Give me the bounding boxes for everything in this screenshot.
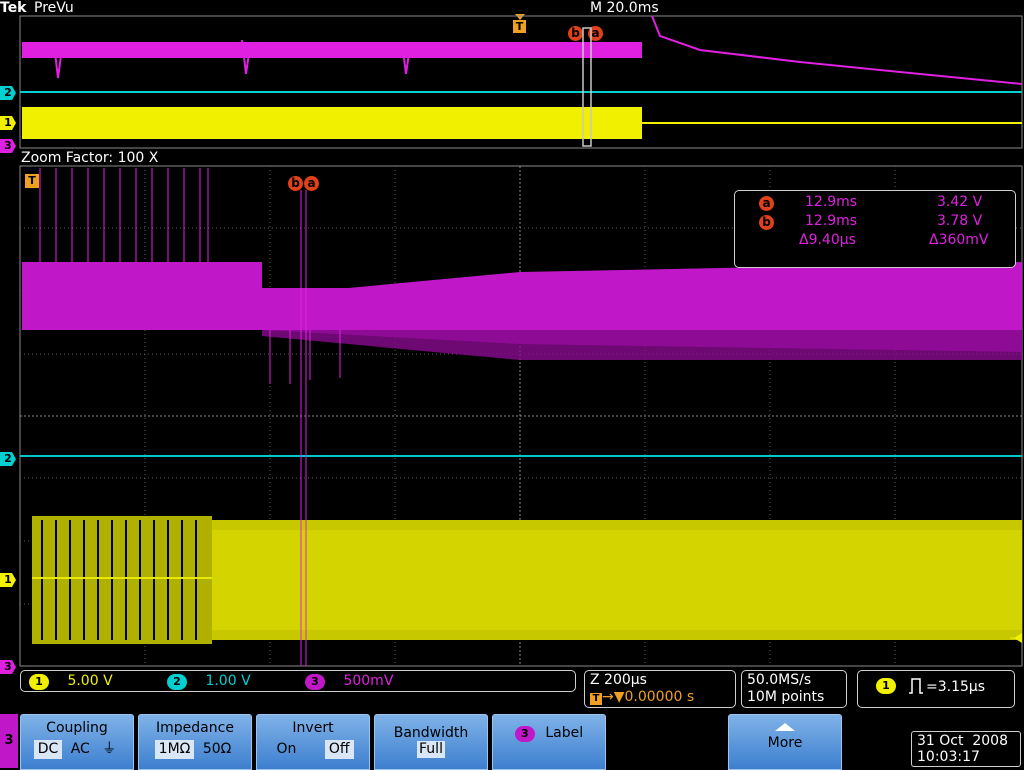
- cursor-b-marker-zoom: b: [288, 172, 303, 191]
- label-channel-badge: 3: [514, 726, 535, 742]
- record-length: 10M points: [747, 689, 825, 705]
- zoom-scale: Z 200μs: [590, 672, 647, 688]
- cursor-a-readout-icon: a: [759, 195, 774, 211]
- zoom-trigger-marker: T: [25, 174, 39, 188]
- coupling-title: Coupling: [46, 720, 108, 736]
- cursor-b-time: 12.9ms: [805, 213, 858, 229]
- ch3-scale-readout[interactable]: 3 500mV: [305, 673, 393, 690]
- more-title: More: [767, 735, 803, 751]
- trigger-pulse-width: =3.15μs: [926, 679, 986, 695]
- trigger-icon: T: [590, 693, 602, 705]
- impedance-50-option[interactable]: 50Ω: [199, 740, 236, 759]
- invert-off-option[interactable]: Off: [324, 740, 354, 759]
- bandwidth-title: Bandwidth: [393, 725, 469, 741]
- invert-button[interactable]: Invert On Off: [256, 714, 370, 770]
- label-button[interactable]: 3 Label: [492, 714, 606, 770]
- coupling-dc-option[interactable]: DC: [33, 740, 63, 759]
- label-title: Label: [545, 725, 584, 741]
- ch2-scale-readout[interactable]: 2 1.00 V: [167, 673, 251, 690]
- ch1-scale-readout[interactable]: 1 5.00 V: [29, 673, 113, 690]
- cursor-b-voltage: 3.78 V: [937, 213, 983, 229]
- acquisition-readout[interactable]: 50.0MS/s 10M points: [741, 670, 847, 708]
- coupling-ground-option[interactable]: ⏚: [98, 740, 120, 759]
- date-time-display: 31 Oct 2008 10:03:17: [911, 731, 1021, 767]
- pulse-width-icon: [909, 678, 923, 694]
- channel-scale-bar: 1 5.00 V 2 1.00 V 3 500mV: [20, 670, 576, 692]
- bandwidth-button[interactable]: Bandwidth Full: [374, 714, 488, 770]
- invert-title: Invert: [292, 720, 334, 736]
- cursor-a-marker-zoom: a: [304, 172, 319, 191]
- impedance-title: Impedance: [156, 720, 234, 736]
- menu-channel-indicator: 3: [0, 714, 18, 768]
- sample-rate: 50.0MS/s: [747, 672, 812, 688]
- more-button[interactable]: More: [728, 714, 842, 770]
- cursor-a-voltage: 3.42 V: [937, 194, 983, 210]
- cursor-b-readout-icon: b: [759, 214, 774, 230]
- zoom-waveform-area: [19, 165, 1023, 667]
- impedance-button[interactable]: Impedance 1MΩ 50Ω: [138, 714, 252, 770]
- up-arrow-icon: [775, 723, 795, 731]
- cursor-readout-panel: a 12.9ms 3.42 V b 12.9ms 3.78 V Δ9.40μs …: [734, 190, 1016, 268]
- horizontal-readout[interactable]: Z 200μs T →▼0.00000 s: [584, 670, 736, 708]
- time: 10:03:17: [917, 749, 980, 765]
- trigger-source: 1: [876, 677, 896, 694]
- cursor-delta-voltage: Δ360mV: [929, 232, 989, 248]
- coupling-ac-option[interactable]: AC: [67, 740, 94, 759]
- date: 31 Oct 2008: [917, 733, 1008, 749]
- invert-on-option[interactable]: On: [272, 740, 300, 759]
- trigger-readout[interactable]: 1 =3.15μs: [857, 670, 1015, 708]
- trigger-position: T →▼0.00000 s: [590, 689, 694, 705]
- bandwidth-value: Full: [417, 741, 445, 758]
- cursor-a-time: 12.9ms: [805, 194, 858, 210]
- zoom-ch1-trace: [32, 516, 1022, 644]
- cursor-delta-time: Δ9.40μs: [799, 232, 856, 248]
- coupling-button[interactable]: Coupling DC AC ⏚: [20, 714, 134, 770]
- impedance-1m-option[interactable]: 1MΩ: [154, 740, 195, 759]
